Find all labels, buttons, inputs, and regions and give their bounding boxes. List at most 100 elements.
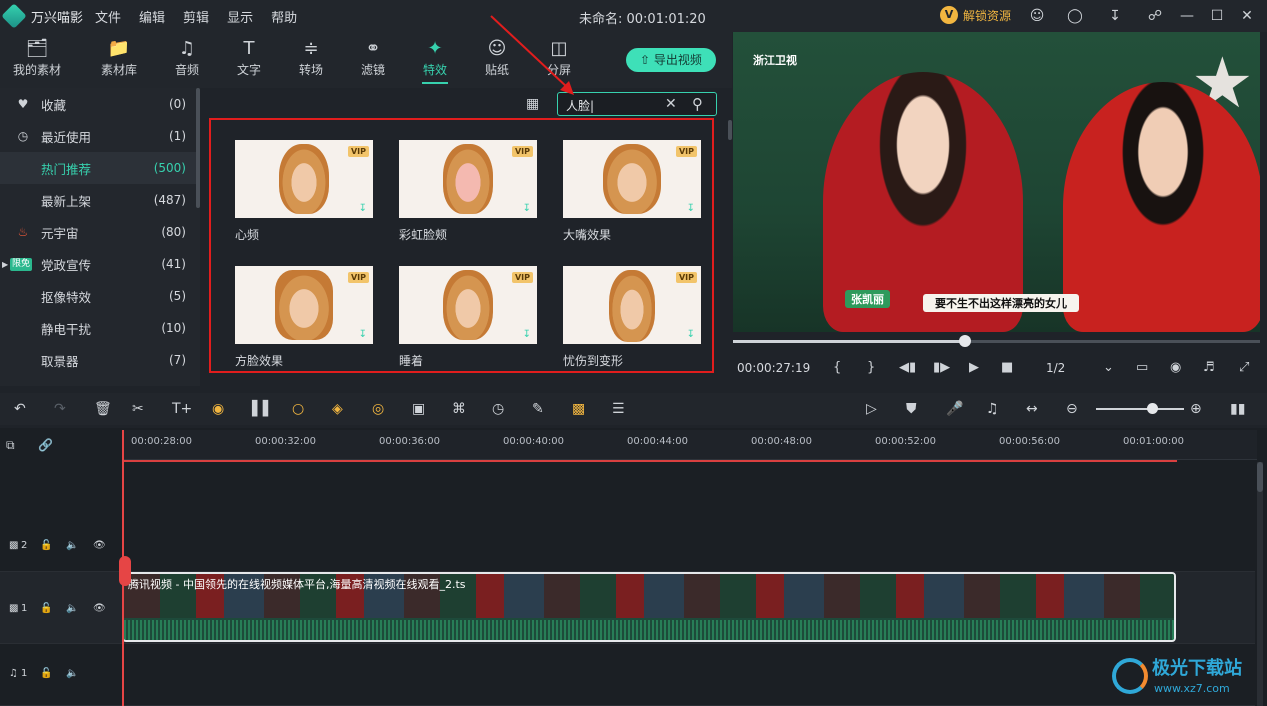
sidebar-item-hot[interactable]: 热门推荐 (500) [0, 152, 196, 184]
download-icon[interactable]: ↧ [1106, 7, 1124, 25]
search-input[interactable]: 人脸| ✕ ⚲ [557, 92, 717, 116]
tab-my-media[interactable]: 🗂 我的素材 [6, 37, 68, 78]
layout-toggle-icon[interactable]: ▮▮ [1230, 401, 1245, 417]
chevron-down-icon[interactable]: ⌄ [1103, 360, 1114, 375]
video-preview[interactable]: ★ 浙江卫视 要不生不出这样漂亮的女儿 张凯丽 [733, 32, 1260, 332]
feedback-icon[interactable]: ◯ [1066, 7, 1084, 25]
menu-edit[interactable]: 编辑 [139, 7, 165, 26]
maximize-icon[interactable]: ☐ [1208, 7, 1226, 25]
color-picker-icon[interactable]: ✎ [532, 401, 544, 417]
heart-icon: ♥ [17, 97, 29, 111]
filter-circles-icon: ⚭ [365, 38, 381, 59]
window-title: 未命名: 00:01:01:20 [579, 12, 706, 27]
tab-library[interactable]: 📁 素材库 [88, 37, 150, 78]
volume-icon[interactable]: 🔈 [66, 603, 78, 614]
render-preview-icon[interactable]: ▷ [866, 401, 877, 417]
audio-mixer-icon[interactable]: ♫ [986, 401, 999, 417]
lock-icon[interactable]: 🔓 [40, 603, 52, 614]
lock-icon[interactable]: 🔓 [40, 540, 52, 551]
redo-icon[interactable]: ↷ [54, 401, 66, 417]
expand-arrow-icon[interactable]: ▶ [2, 260, 8, 269]
export-video-button[interactable]: ⇧ 导出视频 [626, 48, 716, 72]
next-frame-icon[interactable]: ▮▶ [933, 360, 950, 375]
scrollbar-thumb[interactable] [1257, 462, 1263, 492]
lock-icon[interactable]: 🔓 [40, 668, 52, 679]
zoom-slider-knob[interactable] [1147, 403, 1158, 414]
support-headset-icon[interactable]: ☍ [1146, 7, 1164, 25]
account-icon[interactable]: ☺ [1028, 7, 1046, 25]
eye-icon[interactable]: 👁 [93, 603, 106, 614]
media-tabs: 🗂 我的素材 📁 素材库 ♫ 音频 T 文字 ≑ 转场 ⚭ 滤镜 ✦ 特效 ☺ 贴纸 ◫ 分屏 [0, 32, 732, 88]
mark-in-icon[interactable]: { [833, 360, 841, 375]
delete-icon[interactable]: 🗑 [94, 401, 112, 417]
tab-stickers[interactable]: ☺ 贴纸 [466, 37, 528, 78]
volume-icon[interactable]: 🔈 [66, 540, 78, 551]
progress-knob[interactable] [958, 335, 971, 347]
microphone-icon[interactable]: 🎤 [946, 401, 963, 417]
add-track-icon[interactable]: ⧉ [6, 438, 15, 453]
fullscreen-icon[interactable]: ⤢ [1239, 360, 1249, 375]
speed-icon[interactable]: ◷ [492, 401, 504, 417]
video-clip[interactable]: 腾讯视频 - 中国领先的在线视频媒体平台,海量高清视频在线观看_2.ts [122, 572, 1176, 642]
keyframe-icon[interactable]: ◈ [332, 401, 343, 417]
sidebar-item-keying[interactable]: 抠像特效 (5) [0, 280, 196, 312]
prev-frame-icon[interactable]: ◀▮ [899, 360, 916, 375]
volume-icon[interactable]: ♬ [1203, 360, 1215, 375]
monitor-icon[interactable]: ▭ [1136, 360, 1148, 375]
menu-view[interactable]: 显示 [227, 7, 253, 26]
sidebar-item-static[interactable]: 静电干扰 (10) [0, 312, 196, 344]
play-icon[interactable]: ▶ [969, 360, 979, 375]
stabilize-icon[interactable]: ▣ [412, 401, 425, 417]
panel-scrollbar[interactable] [728, 120, 732, 140]
crop-icon[interactable]: ⌘ [452, 401, 466, 417]
mark-out-icon[interactable]: } [867, 360, 875, 375]
playback-progress[interactable] [733, 335, 1260, 347]
menu-file[interactable]: 文件 [95, 7, 121, 26]
ai-portrait-icon[interactable]: ▩ [572, 401, 585, 417]
zoom-out-icon[interactable]: ⊖ [1066, 401, 1078, 417]
menu-clip[interactable]: 剪辑 [183, 7, 209, 26]
track-number: 1 [21, 667, 28, 679]
adjust-sliders-icon[interactable]: ☰ [612, 401, 625, 417]
stop-icon[interactable]: ■ [1001, 360, 1013, 375]
color-palette-icon[interactable]: ◎ [372, 401, 384, 417]
volume-icon[interactable]: 🔈 [66, 668, 78, 679]
search-icon[interactable]: ⚲ [692, 95, 703, 113]
tab-filter[interactable]: ⚭ 滤镜 [342, 37, 404, 78]
minimize-icon[interactable]: — [1178, 7, 1196, 25]
camera-snapshot-icon[interactable]: ◉ [1170, 360, 1181, 375]
sidebar-item-party[interactable]: ▶ 限免 党政宣传 (41) [0, 248, 196, 280]
link-icon[interactable]: 🔗 [38, 438, 53, 452]
shield-icon[interactable]: ⛊ [906, 401, 917, 417]
sidebar-item-new[interactable]: 最新上架 (487) [0, 184, 196, 216]
tts-icon[interactable]: ○ [292, 401, 304, 417]
zoom-in-icon[interactable]: ⊕ [1190, 401, 1202, 417]
close-icon[interactable]: ✕ [1238, 7, 1256, 25]
audio-beat-icon[interactable]: ◉ [212, 401, 224, 417]
audio-wave-icon[interactable]: ▌▌ [252, 401, 274, 417]
unlock-resources-button[interactable]: V 解锁资源 [940, 6, 1011, 24]
zoom-ratio-select[interactable]: 1/2 [1046, 361, 1065, 375]
tab-effects[interactable]: ✦ 特效 [404, 37, 466, 84]
vip-crown-icon: V [940, 6, 958, 24]
tab-split-screen[interactable]: ◫ 分屏 [528, 37, 590, 78]
tab-audio[interactable]: ♫ 音频 [156, 37, 218, 78]
zoom-slider[interactable] [1096, 408, 1184, 410]
fit-timeline-icon[interactable]: ↔ [1026, 401, 1038, 417]
sidebar-scrollbar[interactable] [196, 88, 200, 208]
sidebar-item-recent[interactable]: ◷ 最近使用 (1) [0, 120, 196, 152]
sidebar-item-favorites[interactable]: ♥ 收藏 (0) [0, 88, 196, 120]
eye-icon[interactable]: 👁 [93, 540, 106, 551]
sparkle-wand-icon: ✦ [427, 38, 443, 59]
tab-text[interactable]: T 文字 [218, 37, 280, 78]
clear-search-icon[interactable]: ✕ [665, 96, 677, 112]
undo-icon[interactable]: ↶ [14, 401, 26, 417]
add-text-icon[interactable]: T+ [172, 401, 192, 417]
menu-help[interactable]: 帮助 [271, 7, 297, 26]
grid-view-icon[interactable]: ▦ [526, 96, 539, 112]
sidebar-item-viewfinder[interactable]: 取景器 (7) [0, 344, 196, 376]
cut-icon[interactable]: ✂ [132, 401, 144, 417]
sidebar-item-metaverse[interactable]: ♨ 元宇宙 (80) [0, 216, 196, 248]
tab-transition[interactable]: ≑ 转场 [280, 37, 342, 78]
playhead-handle[interactable] [119, 556, 131, 586]
